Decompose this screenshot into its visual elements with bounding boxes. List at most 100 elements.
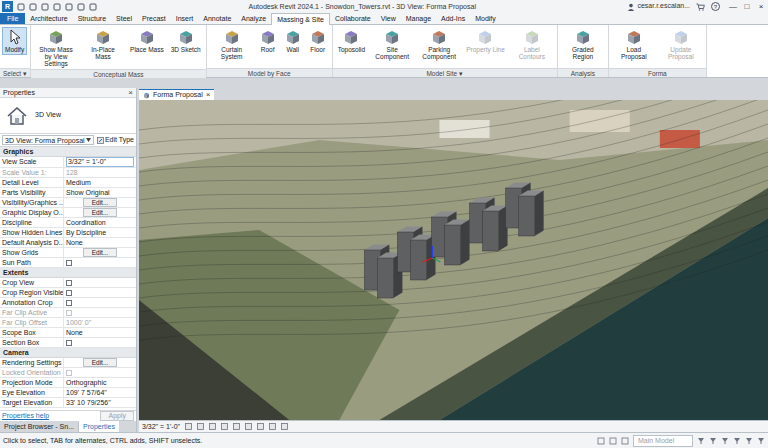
property-value[interactable]: Coordination [64,218,136,227]
checkbox[interactable] [66,300,72,306]
property-section[interactable]: Extents [0,268,136,278]
view-control-icon[interactable] [209,423,216,430]
ribbon-tab[interactable]: Insert [171,13,199,24]
property-value[interactable]: None [64,328,136,337]
ribbon-tab[interactable]: Architecture [25,13,72,24]
quick-access-icon[interactable] [65,3,73,11]
property-section[interactable]: Graphics [0,147,136,157]
quick-access-icon[interactable] [29,3,37,11]
close-button[interactable]: × [128,88,133,98]
file-menu[interactable]: File [0,13,25,24]
ribbon-tool[interactable]: Roof [256,27,280,55]
property-section[interactable]: Camera [0,348,136,358]
type-selector[interactable]: 3D View [0,98,136,134]
property-value[interactable]: Medium [64,178,136,187]
ribbon-tool[interactable]: Load Proposal [611,27,657,62]
property-value[interactable]: Edit... [64,248,136,257]
view-control-icon[interactable] [221,423,228,430]
ribbon-tool[interactable]: Toposolid [335,27,368,55]
selection-filter-icon[interactable] [757,437,765,445]
ribbon-tab[interactable]: View [376,13,401,24]
selection-filter-icon[interactable] [745,437,753,445]
view-control-icon[interactable] [185,423,192,430]
checkbox[interactable] [66,290,72,296]
edit-button[interactable]: Edit... [83,208,118,217]
panel-dropdown[interactable]: ▾ [23,69,27,78]
ribbon-tab[interactable]: Manage [401,13,436,24]
property-value[interactable] [64,258,136,267]
ribbon-tool[interactable]: Place Mass [127,27,167,55]
ribbon-tool[interactable]: Graded Region [560,27,606,62]
checkbox[interactable] [66,280,72,286]
help-button[interactable]: ? [711,2,720,11]
app-logo[interactable]: R [2,1,13,12]
view-control-icon[interactable] [233,423,240,430]
view-scale[interactable]: 3/32" = 1'-0" [142,421,180,432]
ribbon-tool[interactable]: Modify [2,27,27,55]
quick-access-icon[interactable] [89,3,97,11]
view-control-icon[interactable] [281,423,288,430]
workset-icon[interactable] [597,437,605,445]
checkbox[interactable] [66,260,72,266]
ribbon-tool[interactable]: Label Contours [509,27,555,62]
edit-button[interactable]: Edit... [83,198,118,207]
view-control-icon[interactable] [257,423,264,430]
quick-access-icon[interactable] [41,3,49,11]
user-name[interactable]: cesar.r.escalan... [637,1,690,12]
ribbon-tool[interactable]: Parking Component [416,27,462,62]
window-control[interactable]: □ [740,0,754,13]
property-value[interactable] [64,288,136,297]
property-value[interactable]: By Discipline [64,228,136,237]
ribbon-tool[interactable]: Floor [306,27,330,55]
selection-filter-icon[interactable] [709,437,717,445]
browser-tab[interactable]: Properties [79,421,119,432]
property-value[interactable]: None [64,238,136,247]
edit-button[interactable]: Edit... [83,358,118,367]
view-control-icon[interactable] [197,423,204,430]
quick-access-icon[interactable] [53,3,61,11]
view-tab[interactable]: Forma Proposal× [139,89,214,100]
ribbon-tab[interactable]: Massing & Site [271,13,330,25]
ribbon-tab[interactable]: Steel [111,13,137,24]
browser-tab[interactable]: Project Browser - Sn... [0,422,79,432]
property-value[interactable]: 109' 7 57/64" [64,388,136,397]
quick-access-icon[interactable] [77,3,85,11]
ribbon-tool[interactable]: Update Proposal [658,27,704,62]
properties-help-link[interactable]: Properties help [2,411,49,421]
ribbon-tool[interactable]: 3D Sketch [168,27,204,55]
selection-filter-icon[interactable] [733,437,741,445]
quick-access-icon[interactable] [17,3,25,11]
workset-icon[interactable] [609,437,617,445]
checkbox[interactable] [66,340,72,346]
cart-icon[interactable] [696,3,705,11]
ribbon-tab[interactable]: Analyze [236,13,271,24]
property-value[interactable]: 3/32" = 1'-0" [64,157,136,167]
property-value[interactable] [64,338,136,347]
instance-select[interactable]: 3D View: Forma Proposal [2,135,94,145]
ribbon-tool[interactable]: Show Mass by View Settings [33,27,79,69]
view-control-icon[interactable] [245,423,252,430]
ribbon-tool[interactable]: Wall [281,27,305,55]
property-value[interactable]: Edit... [64,198,136,207]
ribbon-tab[interactable]: Add-Ins [436,13,470,24]
panel-dropdown[interactable]: ▾ [459,69,463,78]
selection-filter-icon[interactable] [697,437,705,445]
property-value[interactable]: Orthographic [64,378,136,387]
property-value[interactable]: Edit... [64,208,136,217]
property-value[interactable]: Edit... [64,358,136,367]
window-control[interactable]: — [726,0,740,13]
model-selector[interactable]: Main Model [633,435,693,447]
edit-type-button[interactable]: Edit Type [97,135,134,145]
ribbon-tool[interactable]: Property Line [463,27,508,55]
3d-view-canvas[interactable] [139,100,768,420]
ribbon-tab[interactable]: Collaborate [330,13,376,24]
view-tab-close[interactable]: × [206,90,211,100]
window-control[interactable]: × [754,0,768,13]
ribbon-tool[interactable]: In-Place Mass [80,27,126,62]
workset-icon[interactable] [621,437,629,445]
ribbon-tab[interactable]: Annotate [198,13,236,24]
property-value[interactable]: Show Original [64,188,136,197]
ribbon-tab[interactable]: Structure [73,13,111,24]
property-value[interactable]: 33' 10 79/256" [64,398,136,407]
ribbon-tab[interactable]: Modify [470,13,501,24]
